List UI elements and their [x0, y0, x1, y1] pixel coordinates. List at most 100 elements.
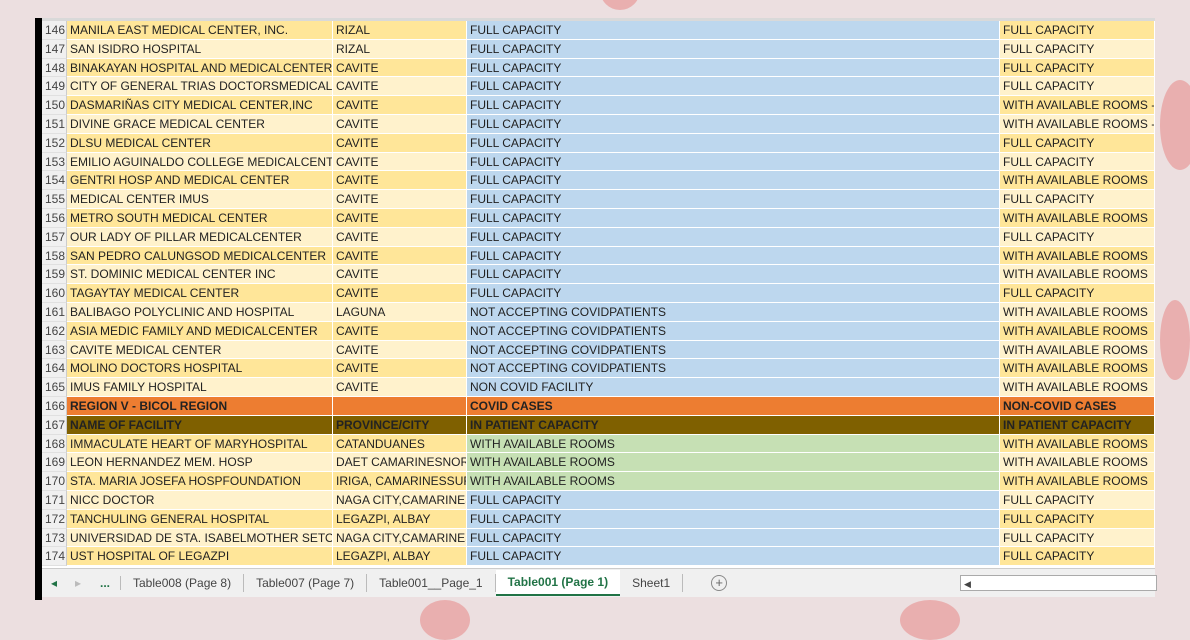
- next-sheet-icon[interactable]: ▸: [66, 576, 90, 590]
- row-header[interactable]: 157: [42, 227, 67, 247]
- non-covid-capacity-cell[interactable]: FULL CAPACITY: [1000, 152, 1155, 172]
- row-header[interactable]: 161: [42, 302, 67, 322]
- covid-capacity-cell[interactable]: FULL CAPACITY: [467, 208, 1000, 228]
- facility-name-cell[interactable]: DLSU MEDICAL CENTER: [67, 133, 333, 153]
- row-header[interactable]: 165: [42, 378, 67, 397]
- covid-capacity-cell[interactable]: FULL CAPACITY: [467, 39, 1000, 59]
- province-cell[interactable]: CAVITE: [333, 152, 467, 172]
- facility-name-cell[interactable]: BINAKAYAN HOSPITAL AND MEDICALCENTER: [67, 58, 333, 78]
- province-cell[interactable]: CAVITE: [333, 340, 467, 360]
- covid-capacity-cell[interactable]: FULL CAPACITY: [467, 171, 1000, 191]
- province-cell[interactable]: DAET CAMARINESNORTE: [333, 453, 467, 473]
- covid-capacity-cell[interactable]: COVID CASES: [467, 396, 1000, 416]
- tab-table001-page-1[interactable]: Table001 (Page 1): [495, 570, 621, 596]
- covid-capacity-cell[interactable]: FULL CAPACITY: [467, 96, 1000, 115]
- province-cell[interactable]: CAVITE: [333, 208, 467, 228]
- covid-capacity-cell[interactable]: NOT ACCEPTING COVIDPATIENTS: [467, 302, 1000, 322]
- non-covid-capacity-cell[interactable]: WITH AVAILABLE ROOMS: [1000, 340, 1155, 360]
- row-header[interactable]: 173: [42, 528, 67, 548]
- covid-capacity-cell[interactable]: IN PATIENT CAPACITY: [467, 415, 1000, 435]
- province-cell[interactable]: CAVITE: [333, 359, 467, 379]
- row-header[interactable]: 148: [42, 58, 67, 78]
- province-cell[interactable]: CAVITE: [333, 133, 467, 153]
- facility-name-cell[interactable]: UNIVERSIDAD DE STA. ISABELMOTHER SETON H…: [67, 528, 333, 548]
- row-header[interactable]: 156: [42, 208, 67, 228]
- province-cell[interactable]: CAVITE: [333, 114, 467, 134]
- province-cell[interactable]: NAGA CITY,CAMARINES SUR: [333, 490, 467, 510]
- facility-name-cell[interactable]: OUR LADY OF PILLAR MEDICALCENTER: [67, 227, 333, 247]
- non-covid-capacity-cell[interactable]: WITH AVAILABLE ROOMS -: [1000, 96, 1155, 115]
- non-covid-capacity-cell[interactable]: WITH AVAILABLE ROOMS: [1000, 302, 1155, 322]
- non-covid-capacity-cell[interactable]: IN PATIENT CAPACITY: [1000, 415, 1155, 435]
- row-header[interactable]: 151: [42, 114, 67, 134]
- row-header[interactable]: 150: [42, 96, 67, 115]
- covid-capacity-cell[interactable]: FULL CAPACITY: [467, 547, 1000, 567]
- row-header[interactable]: 162: [42, 321, 67, 341]
- row-header[interactable]: 158: [42, 246, 67, 266]
- covid-capacity-cell[interactable]: FULL CAPACITY: [467, 114, 1000, 134]
- facility-name-cell[interactable]: STA. MARIA JOSEFA HOSPFOUNDATION: [67, 472, 333, 491]
- non-covid-capacity-cell[interactable]: FULL CAPACITY: [1000, 133, 1155, 153]
- facility-name-cell[interactable]: EMILIO AGUINALDO COLLEGE MEDICALCENTER: [67, 152, 333, 172]
- non-covid-capacity-cell[interactable]: FULL CAPACITY: [1000, 39, 1155, 59]
- row-header[interactable]: 147: [42, 39, 67, 59]
- covid-capacity-cell[interactable]: FULL CAPACITY: [467, 152, 1000, 172]
- prev-sheet-icon[interactable]: ◂: [42, 576, 66, 590]
- non-covid-capacity-cell[interactable]: WITH AVAILABLE ROOMS: [1000, 208, 1155, 228]
- province-cell[interactable]: LEGAZPI, ALBAY: [333, 509, 467, 529]
- province-cell[interactable]: LAGUNA: [333, 302, 467, 322]
- row-header[interactable]: 166: [42, 396, 67, 416]
- facility-name-cell[interactable]: REGION V - BICOL REGION: [67, 396, 333, 416]
- non-covid-capacity-cell[interactable]: WITH AVAILABLE ROOMS: [1000, 472, 1155, 491]
- horizontal-scrollbar[interactable]: ◀: [960, 575, 1157, 591]
- scroll-left-icon[interactable]: ◀: [961, 579, 971, 589]
- covid-capacity-cell[interactable]: FULL CAPACITY: [467, 21, 1000, 40]
- covid-capacity-cell[interactable]: FULL CAPACITY: [467, 284, 1000, 303]
- spreadsheet-grid[interactable]: 146 MANILA EAST MEDICAL CENTER, INC. RIZAL…: [42, 18, 1155, 568]
- facility-name-cell[interactable]: BALIBAGO POLYCLINIC AND HOSPITAL: [67, 302, 333, 322]
- row-header[interactable]: 167: [42, 415, 67, 435]
- row-header[interactable]: 153: [42, 152, 67, 172]
- non-covid-capacity-cell[interactable]: FULL CAPACITY: [1000, 528, 1155, 548]
- covid-capacity-cell[interactable]: NON COVID FACILITY: [467, 378, 1000, 397]
- facility-name-cell[interactable]: ST. DOMINIC MEDICAL CENTER INC: [67, 265, 333, 285]
- tab-table001-page-1-underscore[interactable]: Table001__Page_1: [367, 574, 496, 592]
- row-header[interactable]: 154: [42, 171, 67, 191]
- row-header[interactable]: 169: [42, 453, 67, 473]
- add-sheet-button[interactable]: +: [711, 575, 728, 591]
- facility-name-cell[interactable]: NAME OF FACILITY: [67, 415, 333, 435]
- facility-name-cell[interactable]: MANILA EAST MEDICAL CENTER, INC.: [67, 21, 333, 40]
- covid-capacity-cell[interactable]: WITH AVAILABLE ROOMS: [467, 472, 1000, 491]
- province-cell[interactable]: CAVITE: [333, 96, 467, 115]
- facility-name-cell[interactable]: DASMARIÑAS CITY MEDICAL CENTER,INC: [67, 96, 333, 115]
- non-covid-capacity-cell[interactable]: FULL CAPACITY: [1000, 227, 1155, 247]
- province-cell[interactable]: CAVITE: [333, 378, 467, 397]
- province-cell[interactable]: PROVINCE/CITY: [333, 415, 467, 435]
- non-covid-capacity-cell[interactable]: WITH AVAILABLE ROOMS: [1000, 378, 1155, 397]
- covid-capacity-cell[interactable]: NOT ACCEPTING COVIDPATIENTS: [467, 340, 1000, 360]
- facility-name-cell[interactable]: GENTRI HOSP AND MEDICAL CENTER: [67, 171, 333, 191]
- facility-name-cell[interactable]: CAVITE MEDICAL CENTER: [67, 340, 333, 360]
- province-cell[interactable]: CATANDUANES: [333, 434, 467, 454]
- non-covid-capacity-cell[interactable]: WITH AVAILABLE ROOMS -: [1000, 114, 1155, 134]
- province-cell[interactable]: CAVITE: [333, 77, 467, 97]
- row-header[interactable]: 152: [42, 133, 67, 153]
- province-cell[interactable]: LEGAZPI, ALBAY: [333, 547, 467, 567]
- province-cell[interactable]: CAVITE: [333, 58, 467, 78]
- non-covid-capacity-cell[interactable]: FULL CAPACITY: [1000, 284, 1155, 303]
- facility-name-cell[interactable]: NICC DOCTOR: [67, 490, 333, 510]
- covid-capacity-cell[interactable]: WITH AVAILABLE ROOMS: [467, 434, 1000, 454]
- non-covid-capacity-cell[interactable]: FULL CAPACITY: [1000, 77, 1155, 97]
- covid-capacity-cell[interactable]: NOT ACCEPTING COVIDPATIENTS: [467, 321, 1000, 341]
- covid-capacity-cell[interactable]: FULL CAPACITY: [467, 265, 1000, 285]
- tab-sheet1[interactable]: Sheet1: [620, 574, 684, 592]
- province-cell[interactable]: CAVITE: [333, 171, 467, 191]
- facility-name-cell[interactable]: TANCHULING GENERAL HOSPITAL: [67, 509, 333, 529]
- non-covid-capacity-cell[interactable]: FULL CAPACITY: [1000, 21, 1155, 40]
- non-covid-capacity-cell[interactable]: WITH AVAILABLE ROOMS: [1000, 265, 1155, 285]
- facility-name-cell[interactable]: METRO SOUTH MEDICAL CENTER: [67, 208, 333, 228]
- facility-name-cell[interactable]: MOLINO DOCTORS HOSPITAL: [67, 359, 333, 379]
- covid-capacity-cell[interactable]: FULL CAPACITY: [467, 133, 1000, 153]
- covid-capacity-cell[interactable]: FULL CAPACITY: [467, 190, 1000, 209]
- facility-name-cell[interactable]: DIVINE GRACE MEDICAL CENTER: [67, 114, 333, 134]
